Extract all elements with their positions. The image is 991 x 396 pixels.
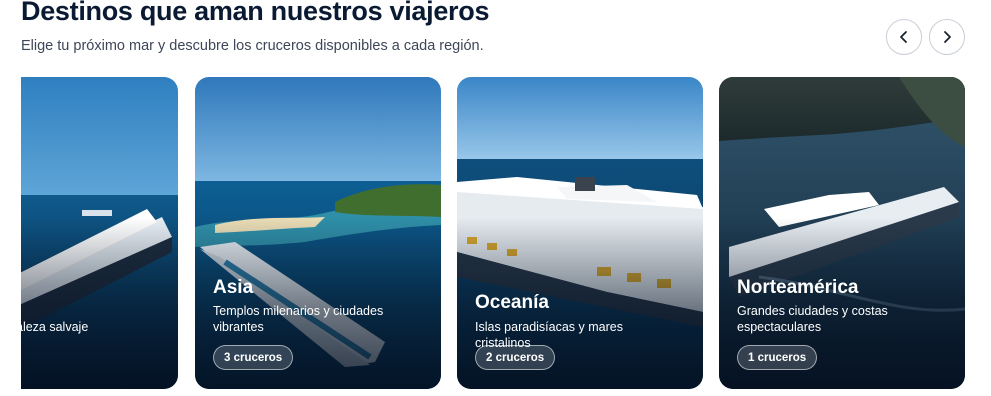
destination-description: Templos milenarios y ciudades vibrantes <box>213 304 384 334</box>
destination-description: rdos y naturaleza salvaje <box>21 320 89 334</box>
section-subtitle: Elige tu próximo mar y descubre los cruc… <box>21 38 484 54</box>
section-title: Destinos que aman nuestros viajeros <box>21 0 490 26</box>
cruise-count-badge[interactable]: 1 cruceros <box>737 345 818 370</box>
destination-card-asia[interactable]: Asia Templos milenarios y ciudades vibra… <box>195 77 441 389</box>
cruise-count-badge[interactable]: 3 cruceros <box>213 345 294 370</box>
chevron-right-icon <box>944 31 951 43</box>
destination-card[interactable]: rdos y naturaleza salvaje <box>21 77 178 389</box>
destination-description: Grandes ciudades y costas espectaculares <box>737 304 888 334</box>
destination-name: Norteamérica <box>737 277 859 298</box>
destination-name: Asia <box>213 277 254 298</box>
card-overlay <box>21 77 178 389</box>
carousel-prev-button[interactable] <box>886 19 922 55</box>
chevron-left-icon <box>900 31 907 43</box>
destination-card-norteamerica[interactable]: Norteamérica Grandes ciudades y costas e… <box>719 77 965 389</box>
card-overlay <box>719 77 965 389</box>
destination-card-oceania[interactable]: Oceanía Islas paradisíacas y mares crist… <box>457 77 703 389</box>
card-overlay <box>195 77 441 389</box>
cruise-count-badge[interactable]: 2 cruceros <box>475 345 556 370</box>
destination-name: Oceanía <box>475 292 549 313</box>
destinations-carousel[interactable]: rdos y naturaleza salvaje Asia Templos m… <box>21 77 971 390</box>
carousel-next-button[interactable] <box>929 19 965 55</box>
